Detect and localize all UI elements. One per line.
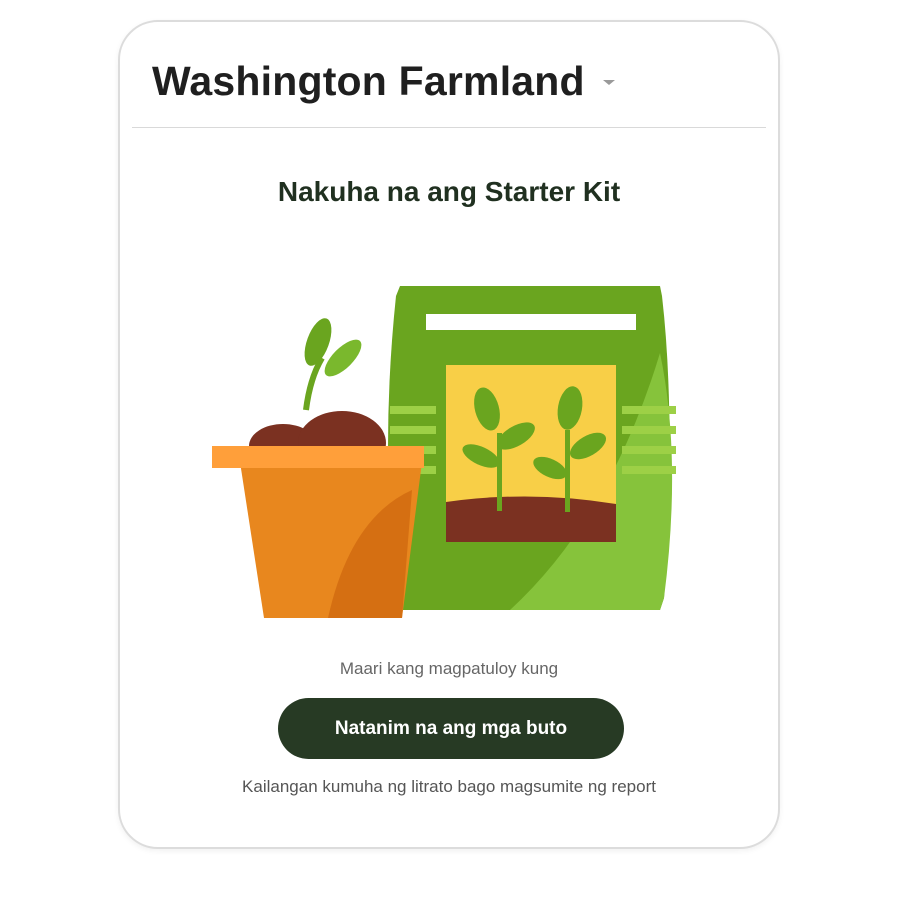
photo-requirement-note: Kailangan kumuha ng litrato bago magsumi… bbox=[242, 777, 656, 796]
farm-selector[interactable]: Washington Farmland bbox=[152, 58, 585, 105]
page-title: Nakuha na ang Starter Kit bbox=[277, 176, 621, 207]
header-divider bbox=[132, 127, 766, 128]
seeds-planted-button[interactable]: Natanim na ang mga buto bbox=[278, 698, 624, 759]
chevron-down-icon[interactable] bbox=[603, 80, 615, 85]
starter-kit-card: Washington Farmland Nakuha na ang Starte… bbox=[118, 20, 780, 849]
continue-hint: Maari kang magpatuloy kung bbox=[339, 659, 559, 678]
header: Washington Farmland bbox=[120, 22, 778, 128]
starter-kit-illustration bbox=[212, 286, 676, 618]
seed-bag-icon bbox=[388, 286, 676, 610]
